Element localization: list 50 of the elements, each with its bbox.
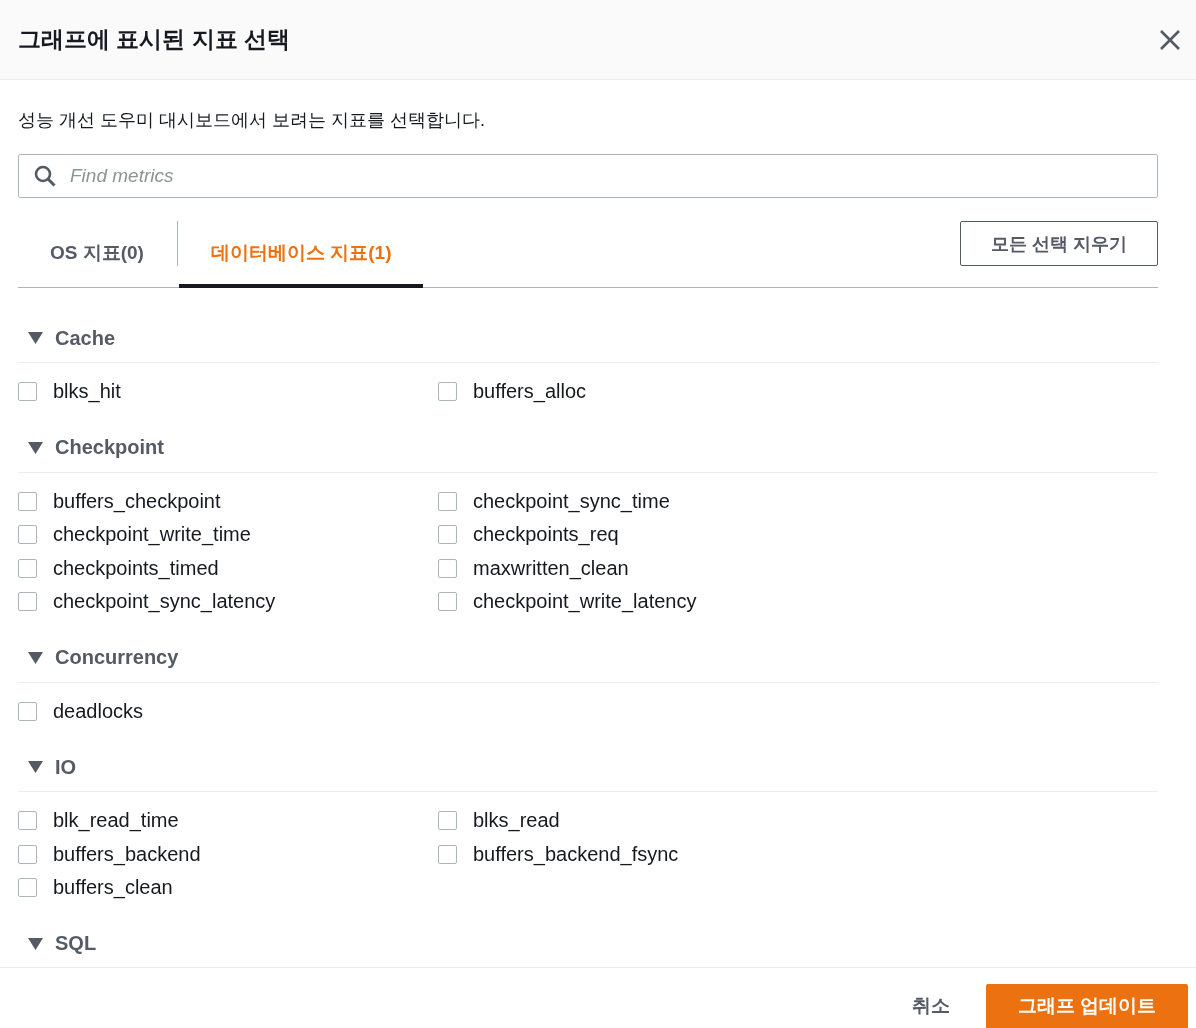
- checkbox[interactable]: [438, 844, 457, 864]
- checkbox[interactable]: [438, 592, 457, 612]
- checkbox[interactable]: [438, 811, 457, 831]
- group-header[interactable]: Concurrency: [18, 633, 1158, 683]
- checkbox[interactable]: [18, 878, 37, 898]
- checkbox[interactable]: [18, 811, 37, 831]
- clear-selection-button[interactable]: 모든 선택 지우기: [960, 221, 1158, 266]
- search-icon: [34, 165, 56, 187]
- caret-icon: [28, 441, 43, 454]
- group-header[interactable]: SQL: [18, 919, 1158, 967]
- metric-label: buffers_backend: [53, 842, 201, 866]
- caret-icon: [28, 332, 43, 344]
- dialog-title: 그래프에 표시된 지표 선택: [18, 25, 291, 54]
- checkbox[interactable]: [18, 491, 37, 511]
- metric-label: checkpoint_write_latency: [473, 590, 697, 614]
- checkbox[interactable]: [18, 525, 37, 545]
- close-icon: [1158, 27, 1182, 52]
- metric-label: maxwritten_clean: [473, 556, 629, 580]
- metric-label: buffers_clean: [53, 876, 173, 900]
- group-header[interactable]: Cache: [18, 314, 1158, 363]
- metric-label: blks_read: [473, 809, 560, 833]
- checkbox[interactable]: [438, 525, 457, 545]
- checkbox[interactable]: [18, 558, 37, 578]
- caret-icon: [28, 761, 43, 773]
- metric-label: buffers_backend_fsync: [473, 842, 679, 866]
- metric-label: checkpoints_req: [473, 523, 619, 547]
- metric-label: checkpoint_sync_latency: [53, 590, 276, 614]
- metric-label: blks_hit: [53, 380, 121, 404]
- checkbox[interactable]: [18, 592, 37, 612]
- metric-label: checkpoint_write_time: [53, 523, 251, 547]
- search-field[interactable]: Find metrics: [18, 154, 1158, 198]
- checkbox[interactable]: [438, 382, 457, 402]
- group-header[interactable]: IO: [18, 743, 1158, 792]
- metric-label: checkpoint_sync_time: [473, 489, 670, 513]
- metric-label: checkpoints_timed: [53, 556, 219, 580]
- caret-icon: [28, 937, 43, 950]
- checkbox[interactable]: [18, 382, 37, 402]
- group-header[interactable]: Checkpoint: [18, 423, 1158, 473]
- metric-label: buffers_alloc: [473, 380, 587, 404]
- checkbox[interactable]: [438, 558, 457, 578]
- cancel-button[interactable]: 취소: [885, 984, 976, 1028]
- checkbox[interactable]: [18, 701, 37, 721]
- metric-label: blk_read_time: [53, 809, 179, 833]
- caret-icon: [28, 651, 43, 664]
- metric-label: deadlocks: [53, 699, 144, 723]
- checkbox[interactable]: [438, 491, 457, 511]
- metric-label: buffers_checkpoint: [53, 489, 221, 513]
- checkbox[interactable]: [18, 844, 37, 864]
- description-text: 성능 개선 도우미 대시보드에서 보려는 지표를 선택합니다.: [18, 109, 486, 132]
- tab[interactable]: OS 지표(0): [18, 221, 176, 288]
